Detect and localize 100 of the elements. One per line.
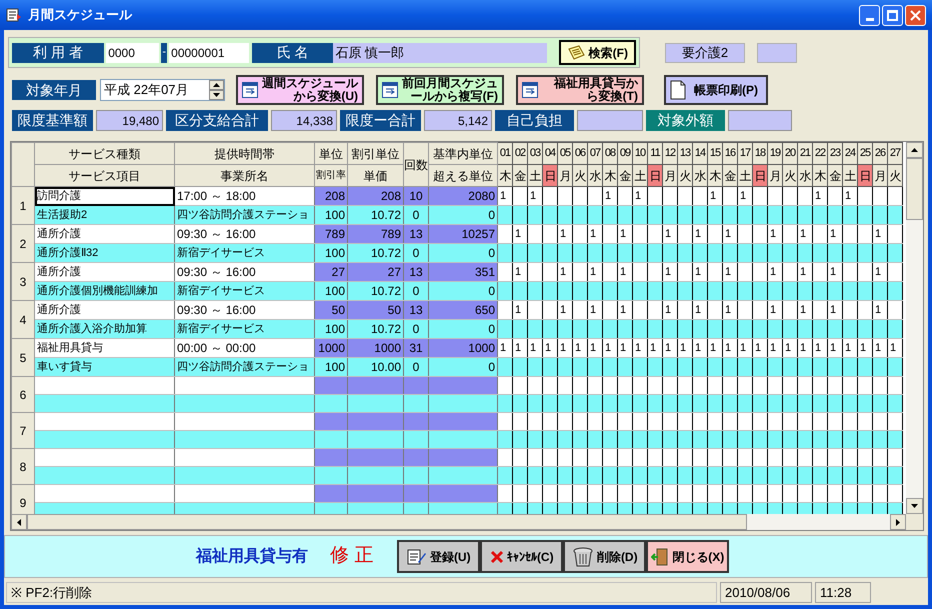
date-header: 07: [588, 142, 602, 164]
total-value: [728, 110, 792, 131]
calendar-icon: [382, 82, 398, 98]
spin-down-icon[interactable]: [209, 90, 224, 100]
action-button[interactable]: 福祉用具貸与か ら変換(T): [516, 75, 644, 105]
total-label: 区分支給合計: [166, 110, 268, 131]
table-cell: 100: [314, 206, 348, 224]
date-header: 11: [648, 142, 662, 164]
horizontal-scrollbar[interactable]: [11, 514, 906, 530]
table-cell: 通所介護入浴介助加算: [34, 320, 174, 338]
separator-label: -: [161, 42, 168, 62]
scrollbar-thumb[interactable]: [27, 514, 747, 530]
column-header: 事業所名: [174, 164, 314, 186]
field-label: 氏 名: [252, 42, 334, 62]
vertical-scrollbar[interactable]: [906, 142, 923, 514]
row-number: 6: [12, 376, 34, 412]
calendar-icon: [242, 82, 258, 98]
table-cell: 789: [314, 224, 348, 244]
scroll-left-icon: [17, 518, 21, 526]
maximize-icon: [887, 10, 898, 20]
footer-button[interactable]: ｷｬﾝｾﾙ(C): [480, 540, 564, 573]
column-header: 単価: [348, 164, 404, 186]
date-header: 23: [828, 142, 842, 164]
column-header: 回数: [404, 142, 428, 186]
status-date: 2010/08/06: [720, 582, 812, 603]
status-time: 11:28: [815, 582, 871, 603]
table-cell: 650: [428, 300, 498, 320]
footer-button[interactable]: 削除(D): [563, 540, 646, 573]
scroll-up-icon: [911, 148, 918, 152]
total-value: 14,338: [271, 110, 337, 131]
date-header: 03: [528, 142, 542, 164]
table-cell: 10.72: [348, 244, 404, 262]
care-level-field: 要介護2: [665, 42, 745, 62]
total-label: 自己負担: [495, 110, 574, 131]
date-header: 14: [692, 142, 708, 164]
row-number: 4: [12, 300, 34, 338]
table-cell: 351: [428, 262, 498, 282]
window-app-icon: [6, 8, 22, 22]
table-cell: 新宿デイサービス: [174, 244, 314, 262]
total-value: [577, 110, 643, 131]
table-cell: 1000: [428, 338, 498, 358]
close-icon: [910, 10, 921, 20]
date-header: 22: [812, 142, 828, 164]
date-header: 05: [558, 142, 572, 164]
calendar-icon: [522, 82, 538, 98]
notepad-pencil-icon: [406, 548, 427, 566]
table-cell: 31: [404, 338, 428, 358]
cross-icon: [490, 550, 504, 564]
row-number: 8: [12, 448, 34, 484]
field-label: 対象年月: [12, 80, 96, 100]
date-header: 04: [542, 142, 558, 164]
table-cell: 09:30 ～ 16:00: [174, 300, 314, 320]
search-button[interactable]: 検索(F): [558, 40, 636, 65]
minimize-button[interactable]: [859, 4, 880, 26]
total-value: 5,142: [424, 110, 492, 131]
table-cell: 100: [314, 358, 348, 376]
table-cell: 通所介護個別機能訓練加: [34, 282, 174, 300]
table-cell: 通所介護Ⅱ32: [34, 244, 174, 262]
table-cell: 0: [404, 320, 428, 338]
action-button[interactable]: 帳票印刷(P): [664, 75, 768, 105]
column-header: サービス項目: [34, 164, 174, 186]
table-cell: 10.72: [348, 282, 404, 300]
footer-button[interactable]: 閉じる(X): [646, 540, 730, 573]
scroll-down-icon: [911, 504, 918, 508]
table-cell: 09:30 ～ 16:00: [174, 224, 314, 244]
close-button[interactable]: [905, 4, 926, 26]
date-header: 08: [602, 142, 618, 164]
date-header: 21: [798, 142, 812, 164]
table-cell: 10: [404, 186, 428, 206]
column-header: 超える単位: [428, 164, 498, 186]
period-value: 平成 22年07月: [103, 81, 190, 100]
table-cell: 27: [314, 262, 348, 282]
table-cell: 13: [404, 224, 428, 244]
table-cell: 2080: [428, 186, 498, 206]
user-code-field[interactable]: 00000001: [169, 42, 250, 62]
spin-up-icon[interactable]: [209, 80, 224, 90]
maximize-button[interactable]: [882, 4, 903, 26]
date-header: 24: [842, 142, 858, 164]
window-title: 月間スケジュール: [28, 6, 132, 24]
name-field[interactable]: 石原 慎一郎: [333, 42, 547, 62]
date-header: 26: [872, 142, 888, 164]
table-cell: 13: [404, 262, 428, 282]
mode-label: 修 正: [330, 544, 374, 568]
date-header: 12: [662, 142, 678, 164]
user-code-field[interactable]: 0000: [106, 42, 160, 62]
scrollbar-thumb[interactable]: [906, 158, 923, 220]
table-cell: 0: [428, 244, 498, 262]
total-value: 19,480: [96, 110, 163, 131]
table-cell: 1000: [348, 338, 404, 358]
action-button[interactable]: 週間スケジュール から変換(U): [236, 75, 364, 105]
action-button[interactable]: 前回月間スケジュ ールから複写(F): [376, 75, 504, 105]
table-cell: 00:00 ～ 00:00: [174, 338, 314, 358]
rental-notice: 福祉用具貸与有: [196, 546, 308, 566]
date-header: 09: [618, 142, 632, 164]
footer-button[interactable]: 登録(U): [397, 540, 480, 573]
door-exit-icon: [651, 548, 670, 566]
period-spinner[interactable]: 平成 22年07月: [100, 79, 225, 101]
table-cell: 0: [428, 206, 498, 224]
date-header: 06: [572, 142, 588, 164]
table-cell: 50: [348, 300, 404, 320]
